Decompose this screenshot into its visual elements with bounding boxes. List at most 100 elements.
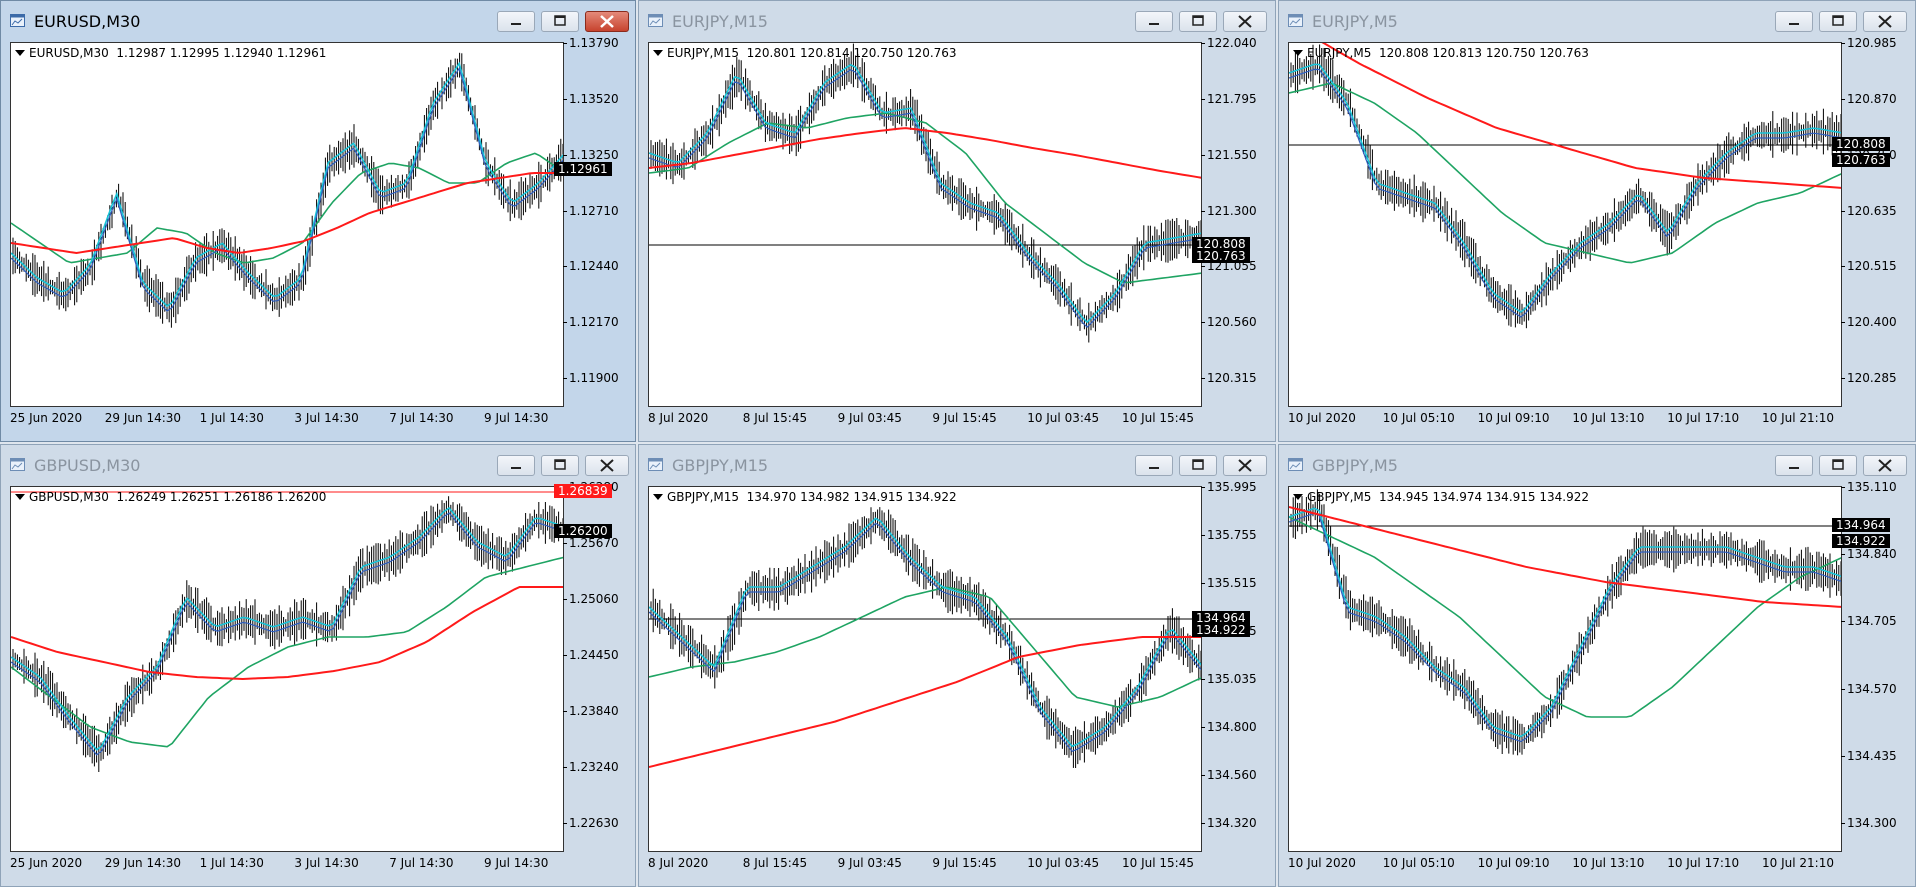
price-axis-label: 1.13250	[563, 147, 619, 162]
time-axis-label: 8 Jul 15:45	[742, 856, 808, 870]
close-icon	[1878, 459, 1892, 472]
close-icon	[600, 459, 614, 472]
dropdown-triangle-icon	[15, 50, 25, 56]
title-bar[interactable]: GBPJPY,M15	[639, 445, 1275, 486]
chart-window-eurusd-m30[interactable]: EURUSD,M30 EURUSD,M30 1.12987 1.12995 1.…	[0, 0, 636, 442]
chart-window-gbpjpy-m15[interactable]: GBPJPY,M15 GBPJPY,M15 134.970 134.982 13…	[638, 444, 1276, 887]
minimize-icon	[1789, 23, 1799, 25]
minimize-button[interactable]	[1135, 11, 1173, 32]
time-axis-label: 29 Jun 14:30	[104, 411, 182, 425]
price-axis: 120.985120.870120.750120.635120.515120.4…	[1841, 36, 1911, 407]
minimize-icon	[511, 23, 521, 25]
price-axis-label: 120.285	[1841, 371, 1897, 385]
price-chart-area[interactable]: EURUSD,M30 1.12987 1.12995 1.12940 1.129…	[10, 42, 564, 407]
moving-average-200	[1289, 506, 1841, 608]
price-axis-label: 120.985	[1841, 36, 1897, 50]
time-axis-label: 8 Jul 2020	[648, 856, 709, 870]
title-bar[interactable]: EURJPY,M15	[639, 1, 1275, 42]
price-axis-label: 1.13790	[563, 36, 619, 50]
price-axis: 122.040 121.795 121.550 121.300 121.055 120.5…	[1201, 36, 1271, 407]
maximize-icon	[554, 459, 566, 470]
close-button[interactable]	[585, 11, 629, 32]
time-axis-label: 10 Jul 03:45	[1027, 411, 1100, 425]
price-axis-label: 120.560	[1201, 315, 1257, 330]
time-axis-label: 9 Jul 03:45	[837, 856, 902, 870]
price-axis-label: 1.25060	[563, 592, 619, 606]
minimize-button[interactable]	[497, 455, 535, 476]
time-axis-label: 10 Jul 05:10	[1382, 411, 1455, 425]
price-axis-label: 1.12440	[563, 259, 619, 274]
price-axis-label: 1.24450	[563, 648, 619, 662]
close-button[interactable]	[585, 455, 629, 476]
price-axis-label: 120.870	[1841, 91, 1897, 106]
title-bar[interactable]: GBPUSD,M30	[1, 445, 635, 486]
minimize-button[interactable]	[1775, 455, 1813, 476]
price-axis-label: 135.515	[1201, 576, 1257, 590]
price-axis-label: 135.755	[1201, 528, 1257, 542]
chart-window-eurjpy-m15[interactable]: EURJPY,M15 EURJPY,M15 120.801 120.814 12…	[638, 0, 1276, 442]
close-button[interactable]	[1863, 11, 1907, 32]
close-icon	[1238, 459, 1252, 472]
close-icon	[600, 15, 614, 28]
time-axis-label: 10 Jul 2020	[1288, 856, 1356, 870]
close-icon	[1878, 15, 1892, 28]
close-button[interactable]	[1863, 455, 1907, 476]
price-axis-label: 134.560	[1201, 768, 1257, 782]
price-axis-label: 120.515	[1841, 259, 1897, 274]
chart-window-icon	[648, 458, 663, 471]
window-title: EURJPY,M15	[672, 12, 768, 31]
price-chart-area[interactable]: GBPJPY,M5 134.945 134.974 134.915 134.92…	[1288, 486, 1842, 852]
price-axis-label: 1.11900	[563, 371, 619, 385]
close-button[interactable]	[1223, 11, 1267, 32]
close-button[interactable]	[1223, 455, 1267, 476]
price-tag: 120.763	[1832, 153, 1890, 167]
maximize-button[interactable]	[1819, 455, 1857, 476]
chart-window-eurjpy-m5[interactable]: EURJPY,M5 EURJPY,M5 120.808 120.813 120.…	[1278, 0, 1916, 442]
time-axis-label: 8 Jul 15:45	[742, 411, 808, 425]
minimize-button[interactable]	[1775, 11, 1813, 32]
minimize-button[interactable]	[1135, 455, 1173, 476]
price-tag: 134.922	[1192, 623, 1250, 637]
window-title: GBPJPY,M15	[672, 456, 769, 475]
price-axis-label: 134.320	[1201, 816, 1257, 830]
price-axis-label: 121.300	[1201, 203, 1257, 218]
time-axis-label: 10 Jul 21:10	[1762, 856, 1834, 870]
price-axis-label: 122.040	[1201, 36, 1257, 50]
price-bars	[650, 43, 1201, 343]
time-axis: 25 Jun 2020 29 Jun 14:30 1 Jul 14:30 3 Jul …	[10, 411, 564, 427]
price-axis-label: 134.705	[1841, 614, 1897, 629]
price-chart-area[interactable]: EURJPY,M5 120.808 120.813 120.750 120.76…	[1288, 42, 1842, 407]
maximize-button[interactable]	[541, 11, 579, 32]
price-axis-label: 134.800	[1201, 720, 1257, 734]
time-axis-label: 7 Jul 14:30	[389, 411, 454, 425]
time-axis-label: 25 Jun 2020	[10, 411, 83, 425]
time-axis-label: 1 Jul 14:30	[199, 411, 264, 425]
maximize-button[interactable]	[541, 455, 579, 476]
price-chart-area[interactable]: GBPUSD,M30 1.26249 1.26251 1.26186 1.262…	[10, 486, 564, 852]
maximize-button[interactable]	[1819, 11, 1857, 32]
symbol-ohlc-label: GBPJPY,M15 134.970 134.982 134.915 134.9…	[653, 490, 957, 504]
price-axis-label: 1.23840	[563, 704, 619, 718]
price-axis-label: 1.25670	[563, 536, 619, 550]
chart-window-gbpjpy-m5[interactable]: GBPJPY,M5 GBPJPY,M5 134.945 134.974 134.…	[1278, 444, 1916, 887]
price-axis: 1.262801.256701.250601.244501.238401.232…	[563, 480, 629, 852]
time-axis-label: 10 Jul 13:10	[1572, 856, 1645, 870]
dropdown-triangle-icon	[653, 494, 663, 500]
chart-window-gbpusd-m30[interactable]: GBPUSD,M30 GBPUSD,M30 1.26249 1.26251 1.…	[0, 444, 636, 887]
price-tag: 120.763	[1192, 249, 1250, 263]
symbol-ohlc-label: EURJPY,M5 120.808 120.813 120.750 120.76…	[1293, 46, 1589, 60]
maximize-button[interactable]	[1179, 455, 1217, 476]
minimize-icon	[1149, 23, 1159, 25]
minimize-button[interactable]	[497, 11, 535, 32]
title-bar[interactable]: EURUSD,M30	[1, 1, 635, 42]
maximize-button[interactable]	[1179, 11, 1217, 32]
price-tag: 1.12961	[554, 162, 612, 176]
symbol-ohlc-label: EURUSD,M30 1.12987 1.12995 1.12940 1.129…	[15, 46, 326, 60]
title-bar[interactable]: EURJPY,M5	[1279, 1, 1915, 42]
time-axis: 10 Jul 2020 10 Jul 05:10 10 Jul 09:10 10 Ju…	[1288, 856, 1842, 872]
title-bar[interactable]: GBPJPY,M5	[1279, 445, 1915, 486]
time-axis-label: 10 Jul 05:10	[1382, 856, 1455, 870]
price-chart-area[interactable]: GBPJPY,M15 134.970 134.982 134.915 134.9…	[648, 486, 1202, 852]
chart-window-icon	[1288, 14, 1303, 27]
price-chart-area[interactable]: EURJPY,M15 120.801 120.814 120.750 120.7…	[648, 42, 1202, 407]
